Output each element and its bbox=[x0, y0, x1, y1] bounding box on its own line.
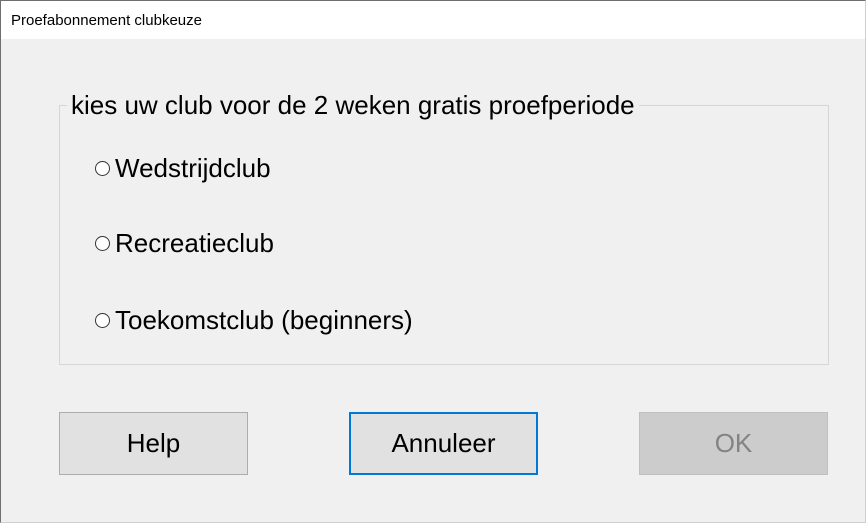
radio-label[interactable]: Wedstrijdclub bbox=[115, 153, 271, 183]
dialog-window: Proefabonnement clubkeuze kies uw club v… bbox=[0, 0, 866, 523]
radio-circle-icon[interactable] bbox=[95, 235, 110, 251]
window-title: Proefabonnement clubkeuze bbox=[11, 12, 202, 29]
title-bar[interactable]: Proefabonnement clubkeuze bbox=[1, 1, 865, 39]
groupbox-legend: kies uw club voor de 2 weken gratis proe… bbox=[67, 90, 639, 120]
help-button[interactable]: Help bbox=[59, 412, 248, 475]
radio-toekomstclub[interactable]: Toekomstclub (beginners) bbox=[95, 305, 413, 335]
cancel-button[interactable]: Annuleer bbox=[349, 412, 538, 475]
radio-circle-icon[interactable] bbox=[95, 312, 110, 328]
radio-recreatieclub[interactable]: Recreatieclub bbox=[95, 228, 274, 258]
radio-label[interactable]: Toekomstclub (beginners) bbox=[115, 305, 413, 335]
radio-label[interactable]: Recreatieclub bbox=[115, 228, 274, 258]
ok-button[interactable]: OK bbox=[639, 412, 828, 475]
radio-circle-icon[interactable] bbox=[95, 160, 110, 176]
radio-wedstrijdclub[interactable]: Wedstrijdclub bbox=[95, 153, 271, 183]
